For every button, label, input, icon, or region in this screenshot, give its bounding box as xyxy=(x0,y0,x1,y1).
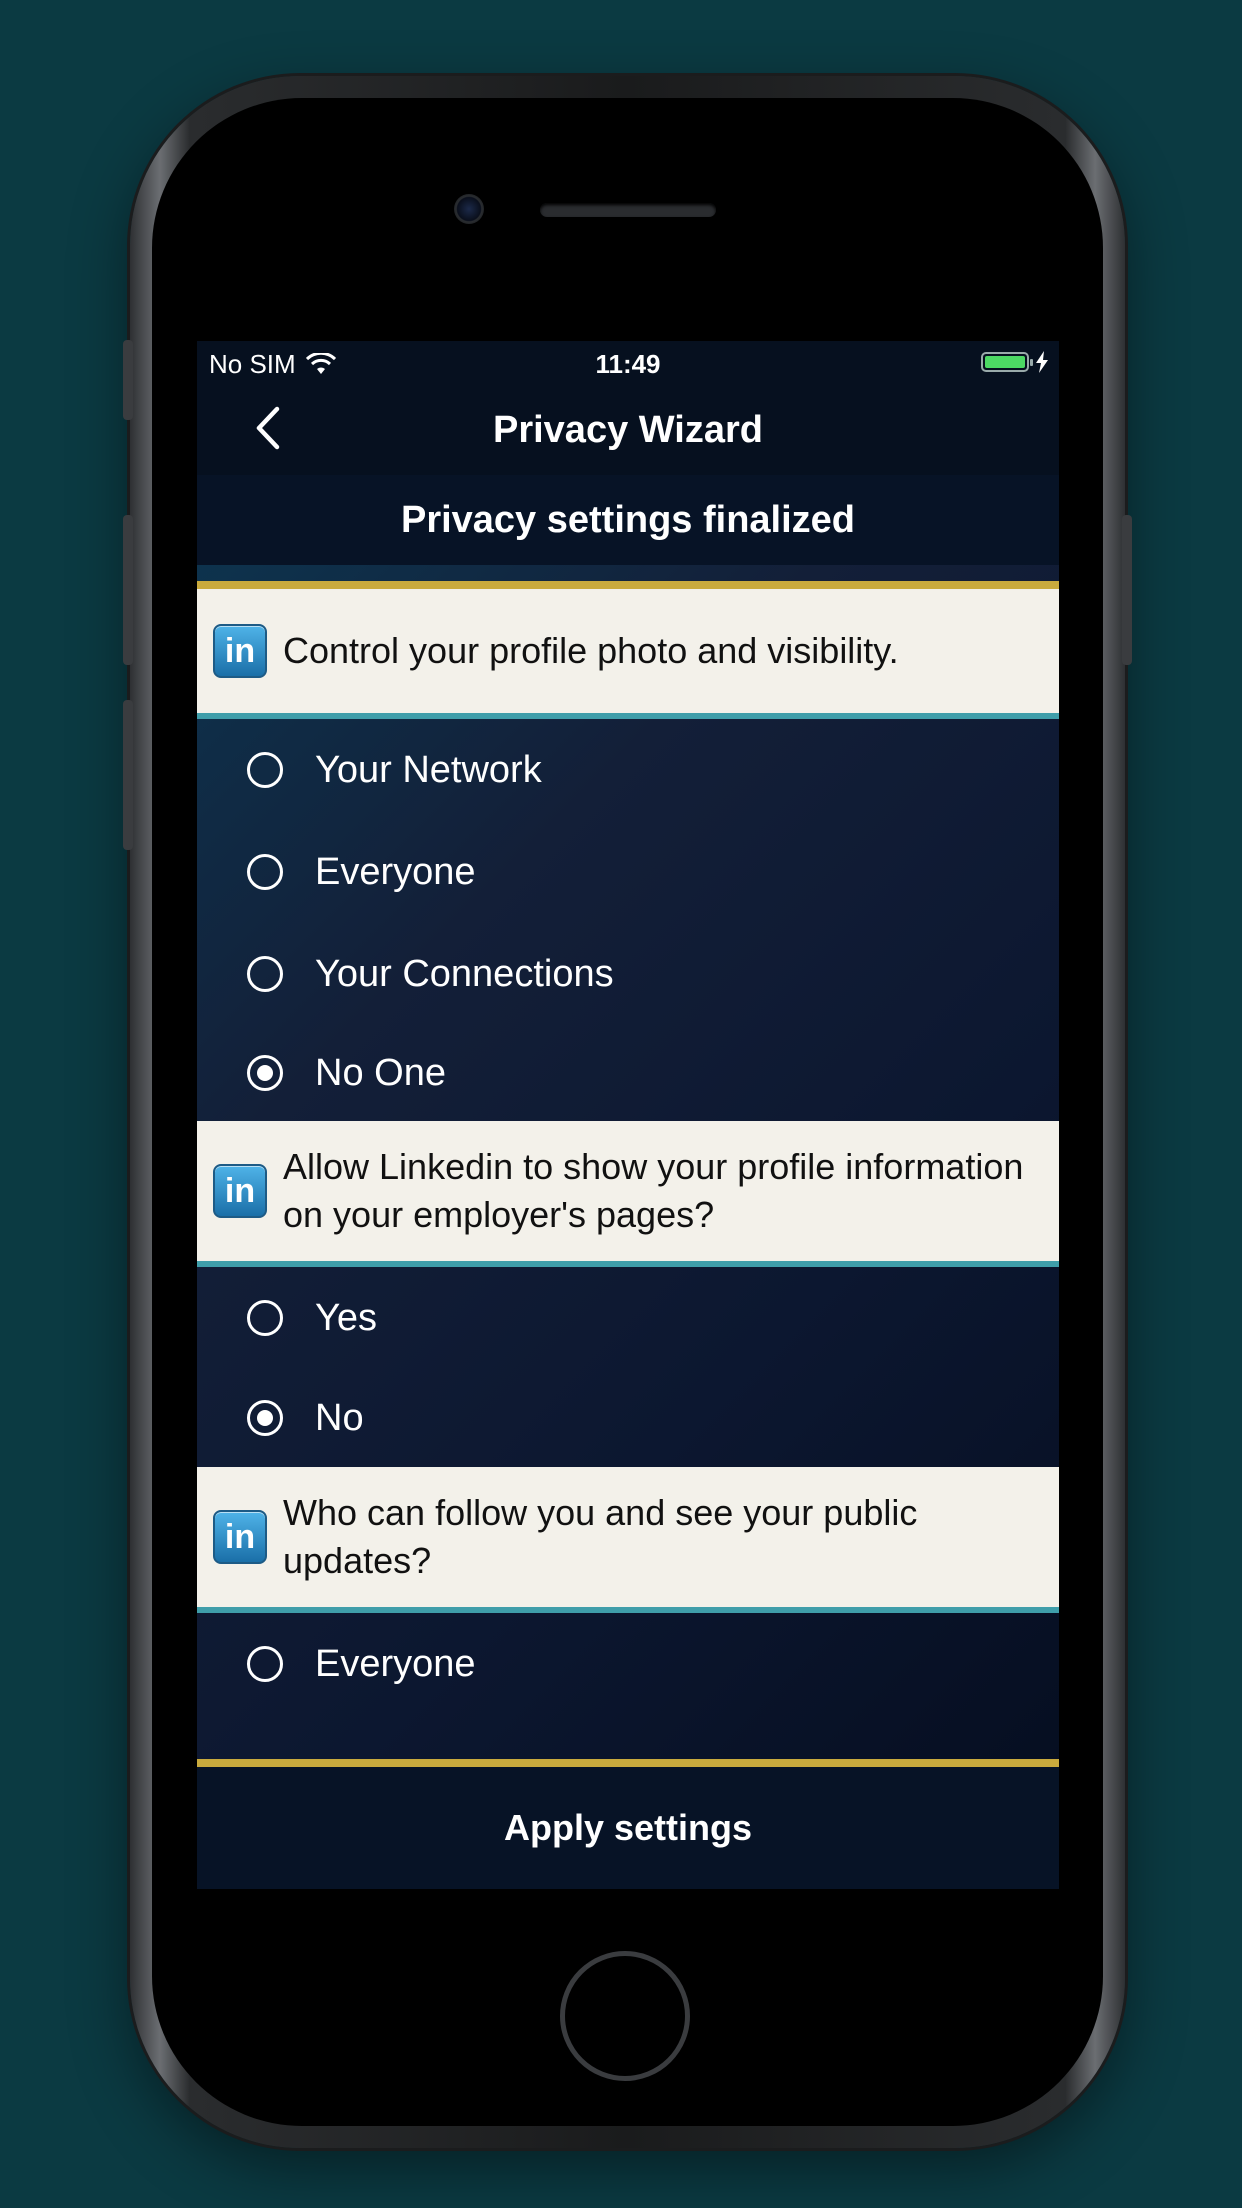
battery-fill xyxy=(985,356,1025,368)
question-header: in Control your profile photo and visibi… xyxy=(197,589,1059,719)
option-label: No xyxy=(315,1396,364,1439)
charging-bolt-icon xyxy=(1036,351,1048,373)
top-divider xyxy=(197,581,1059,589)
radio-button[interactable] xyxy=(247,1055,283,1091)
option-label: No One xyxy=(315,1051,446,1094)
volume-down-button xyxy=(123,700,133,850)
status-time: 11:49 xyxy=(595,349,661,379)
page-title: Privacy Wizard xyxy=(492,409,763,451)
radio-button[interactable] xyxy=(247,1646,283,1682)
front-camera xyxy=(454,194,484,224)
option-your-connections[interactable]: Your Connections xyxy=(197,923,1059,1025)
question-text: Who can follow you and see your public u… xyxy=(283,1492,918,1581)
radio-button[interactable] xyxy=(247,1300,283,1336)
status-subtitle: Privacy settings finalized xyxy=(197,475,1059,565)
radio-button[interactable] xyxy=(247,854,283,890)
option-label: Yes xyxy=(315,1296,377,1339)
linkedin-icon: in xyxy=(213,1510,267,1564)
option-label: Your Network xyxy=(315,748,542,791)
question-text: Allow Linkedin to show your profile info… xyxy=(283,1146,1024,1235)
option-yes[interactable]: Yes xyxy=(197,1267,1059,1369)
radio-button[interactable] xyxy=(247,752,283,788)
option-label: Everyone xyxy=(315,1642,476,1685)
linkedin-icon: in xyxy=(213,624,267,678)
battery-icon xyxy=(981,352,1033,372)
silent-switch xyxy=(123,340,133,420)
apply-settings-button[interactable]: Apply settings xyxy=(197,1767,1059,1889)
radio-button[interactable] xyxy=(247,1400,283,1436)
status-bar: No SIM 11:49 xyxy=(197,341,1059,385)
earpiece-speaker xyxy=(540,203,716,217)
option-everyone-follow[interactable]: Everyone xyxy=(197,1613,1059,1715)
question-header: in Allow Linkedin to show your profile i… xyxy=(197,1121,1059,1267)
radio-button[interactable] xyxy=(247,956,283,992)
linkedin-icon: in xyxy=(213,1164,267,1218)
option-label: Your Connections xyxy=(315,952,614,995)
option-no-one[interactable]: No One xyxy=(197,1025,1059,1121)
option-no[interactable]: No xyxy=(197,1369,1059,1467)
navigation-bar: Privacy Wizard xyxy=(197,385,1059,475)
question-header: in Who can follow you and see your publi… xyxy=(197,1467,1059,1613)
apply-bar: Apply settings xyxy=(197,1759,1059,1889)
option-everyone[interactable]: Everyone xyxy=(197,821,1059,923)
questions-list: in Control your profile photo and visibi… xyxy=(197,589,1059,1715)
status-right xyxy=(981,351,1049,373)
option-your-network[interactable]: Your Network xyxy=(197,719,1059,821)
question-text: Control your profile photo and visibilit… xyxy=(283,630,899,671)
app-screen: No SIM 11:49 Privacy Wizard Privacy sett… xyxy=(197,341,1059,1889)
volume-up-button xyxy=(123,515,133,665)
bottom-divider xyxy=(197,1759,1059,1767)
option-label: Everyone xyxy=(315,850,476,893)
power-button xyxy=(1122,515,1132,665)
home-button[interactable] xyxy=(560,1951,690,2081)
